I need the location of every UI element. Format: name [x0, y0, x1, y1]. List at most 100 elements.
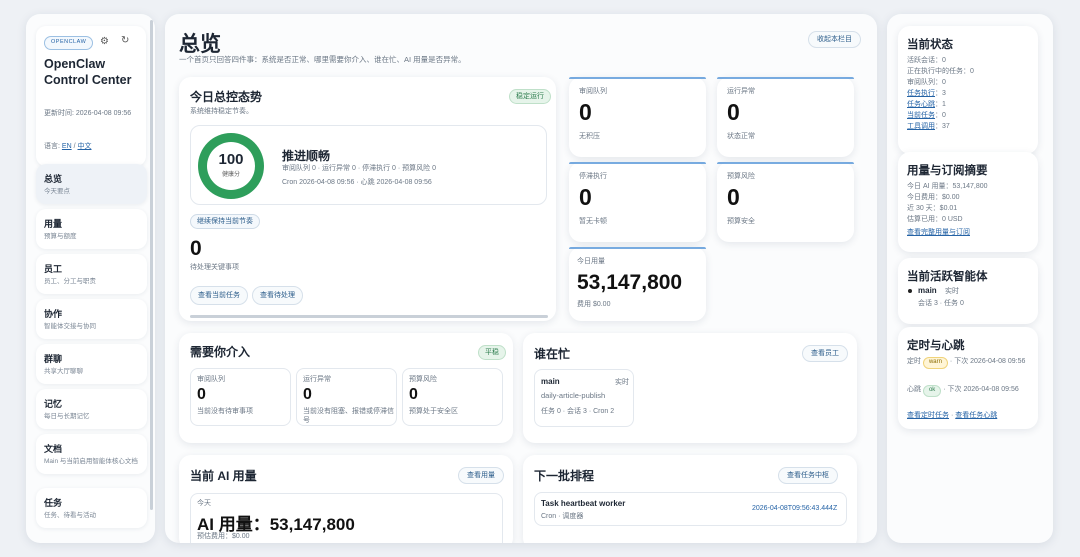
- sidebar-item-groupchat[interactable]: 群聊 共享大厅聊聊: [36, 344, 147, 385]
- active-agent-meta: 会话 3 · 任务 0: [918, 300, 964, 307]
- timer-row: 定时 warn · 下次 2026-04-08 09:56: [907, 357, 1032, 369]
- sidebar: OPENCLAW ⚙ ↻ OpenClaw Control Center 更新时…: [26, 14, 155, 543]
- intervene-title: 需要你介入: [190, 345, 251, 359]
- trend-scrollbar[interactable]: [190, 315, 548, 318]
- sidebar-scrollbar[interactable]: [150, 20, 153, 510]
- stat-value: 0: [727, 99, 740, 125]
- sidebar-item-usage[interactable]: 用量 预算与额度: [36, 209, 147, 250]
- usage-summary-title: 用量与订阅摘要: [907, 165, 988, 177]
- view-task-heartbeat-link[interactable]: 查看任务心跳: [955, 412, 997, 419]
- schedule-item-title: Task heartbeat worker: [541, 499, 626, 508]
- schedule-item[interactable]: Task heartbeat worker Cron · 调度器 2026-04…: [534, 492, 847, 526]
- ai-usage-cost: 预估费用：$0.00: [197, 533, 250, 540]
- intervene-label: 审阅队列: [197, 376, 225, 383]
- health-score-label: 健康分: [221, 172, 240, 178]
- heartbeat-label: 心跳: [907, 386, 921, 393]
- intervene-label: 运行异常: [303, 376, 331, 383]
- task-heartbeat-link[interactable]: 任务心跳: [907, 101, 935, 108]
- intervene-card: 需要你介入 平稳 审阅队列 0 当前没有待审事项 运行异常 0 当前没有阻塞、报…: [179, 333, 513, 443]
- language-switch: 语言: EN / 中文: [44, 142, 92, 151]
- stat-label: 停滞执行: [579, 173, 607, 180]
- right-panel: 当前状态 活跃会话：0 正在执行中的任务：0 审阅队列：0 任务执行：3 任务心…: [887, 14, 1053, 543]
- sidebar-item-sub: 预算与额度: [44, 233, 77, 240]
- full-usage-link[interactable]: 查看完整用量与订阅: [907, 228, 970, 237]
- lang-separator: /: [73, 143, 76, 150]
- refresh-icon[interactable]: ↻: [121, 35, 129, 46]
- sidebar-item-collab[interactable]: 协作 智能体交接与协同: [36, 299, 147, 340]
- intervene-item-review: 审阅队列 0 当前没有待审事项: [190, 368, 291, 426]
- sidebar-item-memory[interactable]: 记忆 每日与长期记忆: [36, 389, 147, 430]
- intervene-sub: 当前没有阻塞、报错或停滞信号: [303, 408, 394, 425]
- tool-calls-link[interactable]: 工具调用: [907, 123, 935, 130]
- sidebar-item-sub: 今天要点: [44, 188, 70, 195]
- active-agent-state: 实时: [945, 288, 959, 295]
- active-agent-name[interactable]: main: [918, 286, 937, 295]
- current-status-card: 当前状态 活跃会话：0 正在执行中的任务：0 审阅队列：0 任务执行：3 任务心…: [898, 26, 1038, 154]
- pending-label: 待处理关键事项: [190, 264, 239, 271]
- intervene-label: 预算风险: [409, 376, 437, 383]
- gear-icon[interactable]: ⚙: [100, 36, 109, 47]
- view-current-task-button[interactable]: 查看当前任务: [190, 286, 248, 305]
- usage-summary-line: 今日 AI 用量：53,147,800: [907, 183, 988, 190]
- status-link-row: 工具调用：37: [907, 122, 950, 131]
- health-ring-inner: 100 健康分: [207, 142, 255, 190]
- stat-card-stalled: 停滞执行 0 暂无卡顿: [569, 162, 706, 242]
- sidebar-item-tasks[interactable]: 任务任务、待看与活动: [36, 488, 147, 529]
- heartbeat-links: 查看定时任务 · 查看任务心跳: [907, 411, 997, 420]
- sidebar-item-sub: 任务、待看与活动: [44, 512, 96, 519]
- intervene-value: 0: [197, 386, 206, 403]
- stat-card-budget: 预算风险 0 预算安全: [717, 162, 854, 242]
- collapse-button[interactable]: 收起本栏目: [808, 31, 861, 48]
- stat-value: 0: [579, 99, 592, 125]
- active-agent-title: 当前活跃智能体: [907, 271, 988, 283]
- current-task-value: ：0: [935, 112, 946, 119]
- sidebar-item-docs[interactable]: 文档 Main 与当前启用智能体核心文档: [36, 434, 147, 475]
- usage-summary-card: 用量与订阅摘要 今日 AI 用量：53,147,800 今日费用：$0.00 近…: [898, 152, 1038, 252]
- busy-agent-name: main: [541, 377, 560, 386]
- sidebar-item-label: 总览: [44, 174, 63, 184]
- current-task-link[interactable]: 当前任务: [907, 112, 935, 119]
- view-task-hub-button[interactable]: 查看任务中枢: [778, 467, 838, 484]
- app-title: OpenClaw Control Center: [44, 57, 132, 88]
- sidebar-header-card: OPENCLAW ⚙ ↻ OpenClaw Control Center 更新时…: [36, 26, 146, 166]
- health-ring: 100 健康分: [198, 133, 264, 199]
- tool-calls-value: ：37: [935, 123, 950, 130]
- timer-warn-badge: warn: [922, 357, 948, 369]
- sidebar-item-staff[interactable]: 员工 员工、分工与职责: [36, 254, 147, 295]
- trend-title: 今日总控态势: [190, 90, 263, 104]
- timer-label: 定时: [907, 358, 921, 365]
- status-link-row: 任务执行：3: [907, 89, 946, 98]
- stat-accent-line: [569, 162, 706, 164]
- view-usage-button[interactable]: 查看用量: [458, 467, 504, 484]
- task-exec-link[interactable]: 任务执行: [907, 90, 935, 97]
- active-agent-card: 当前活跃智能体 main 实时 会话 3 · 任务 0: [898, 258, 1038, 324]
- view-pending-button[interactable]: 查看待处理: [252, 286, 303, 305]
- health-status: 推进顺畅: [282, 149, 331, 163]
- view-scheduled-tasks-link[interactable]: 查看定时任务: [907, 412, 949, 419]
- current-status-title: 当前状态: [907, 39, 953, 51]
- lang-en-link[interactable]: EN: [62, 143, 72, 150]
- bullet-icon: [908, 289, 912, 293]
- main-panel: 总览 一个首页只回答四件事：系统是否正常、哪里需要你介入、谁在忙、AI 用量是否…: [165, 14, 877, 543]
- sidebar-item-overview[interactable]: 总览 今天要点: [36, 164, 147, 205]
- sidebar-item-label: 记忆: [44, 399, 63, 409]
- view-staff-button[interactable]: 查看员工: [802, 345, 848, 362]
- ai-usage-card: 当前 AI 用量 查看用量 今天 AI 用量：53,147,800 预估费用：$…: [179, 455, 513, 543]
- stat-label: 运行异常: [727, 88, 755, 95]
- busy-agent-card[interactable]: main 实时 daily-article-publish 任务 0 · 会话 …: [534, 369, 634, 427]
- sidebar-item-label: 任务: [44, 498, 63, 508]
- sidebar-item-sub: 智能体交接与协同: [44, 323, 96, 330]
- page-title: 总览: [179, 33, 221, 56]
- lang-zh-link[interactable]: 中文: [78, 143, 92, 150]
- trend-sub: 系统维持稳定节奏。: [190, 108, 253, 115]
- today-usage-cost: 费用 $0.00: [577, 301, 611, 308]
- intervene-sub: 预算处于安全区: [409, 408, 458, 415]
- sidebar-item-sub: Main 与当前启用智能体核心文档: [44, 458, 138, 465]
- status-link-row: 当前任务：0: [907, 111, 946, 120]
- language-label: 语言:: [44, 143, 60, 150]
- schedule-title: 下一批排程: [534, 469, 595, 483]
- ai-usage-box: 今天 AI 用量：53,147,800 预估费用：$0.00: [190, 493, 503, 543]
- sidebar-item-label: 群聊: [44, 354, 63, 364]
- ai-usage-today-label: 今天: [197, 500, 211, 507]
- intervene-value: 0: [409, 386, 418, 403]
